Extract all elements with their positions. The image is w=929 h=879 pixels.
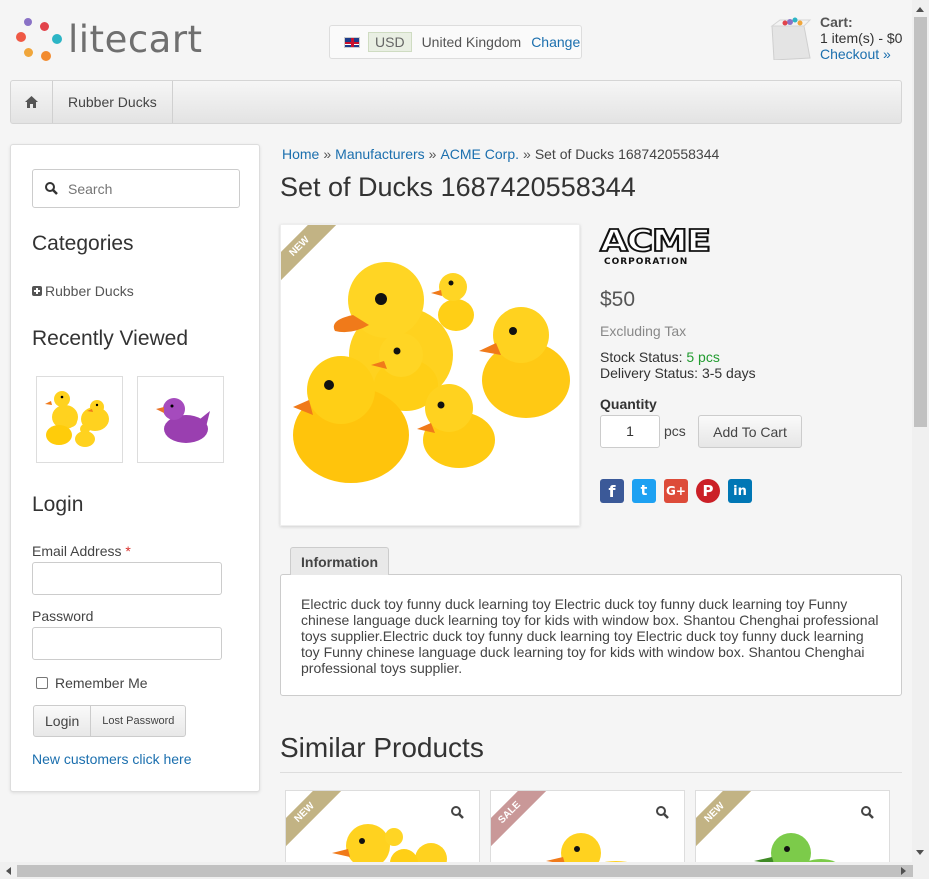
- remember-me-label: Remember Me: [55, 675, 148, 691]
- scroll-up-arrow-icon[interactable]: [915, 5, 925, 13]
- logo-dots-icon: [16, 18, 66, 64]
- cart-summary: 1 item(s) - $0: [820, 30, 903, 46]
- stock-info: Stock Status: 5 pcs Delivery Status: 3-5…: [600, 349, 756, 381]
- similar-products-title: Similar Products: [280, 732, 484, 763]
- linkedin-icon[interactable]: in: [728, 479, 752, 503]
- breadcrumb-home[interactable]: Home: [282, 146, 319, 162]
- breadcrumb: Home» Manufacturers» ACME Corp.» Set of Duc…: [282, 146, 720, 162]
- google-plus-icon[interactable]: G+: [664, 479, 688, 503]
- change-region-link[interactable]: Change: [531, 34, 580, 50]
- scroll-left-arrow-icon[interactable]: [4, 866, 12, 876]
- logo-text: litecart: [68, 17, 203, 61]
- twitter-icon[interactable]: t: [632, 479, 656, 503]
- stock-value: 5 pcs: [686, 349, 720, 365]
- login-button-group: Login Lost Password: [33, 705, 187, 737]
- cart-title: Cart:: [820, 14, 853, 30]
- currency-code: USD: [368, 32, 412, 52]
- page-title: Set of Ducks 1687420558344: [280, 172, 636, 202]
- categories-title: Categories: [32, 232, 134, 255]
- similar-product-card[interactable]: SALE: [490, 790, 685, 870]
- remember-me[interactable]: Remember Me: [36, 675, 148, 691]
- new-customers-link[interactable]: New customers click here: [32, 751, 192, 767]
- vertical-scrollbar-thumb[interactable]: [914, 17, 927, 427]
- country-name: United Kingdom: [421, 34, 522, 50]
- zoom-icon[interactable]: [656, 806, 669, 819]
- main-navbar: Rubber Ducks: [10, 80, 902, 124]
- login-title: Login: [32, 493, 84, 516]
- cart-widget[interactable]: Cart: 1 item(s) - $0 Checkout »: [768, 14, 902, 62]
- add-to-cart-button[interactable]: Add To Cart: [698, 415, 802, 448]
- region-selector: USD United Kingdom Change: [329, 25, 582, 59]
- category-label: Rubber Ducks: [45, 283, 134, 299]
- email-field[interactable]: [32, 562, 222, 595]
- password-label: Password: [32, 608, 94, 624]
- breadcrumb-manufacturers[interactable]: Manufacturers: [335, 146, 424, 162]
- checkout-link[interactable]: Checkout »: [820, 46, 891, 62]
- scroll-down-arrow-icon[interactable]: [915, 849, 925, 857]
- remember-me-checkbox[interactable]: [36, 677, 48, 689]
- login-button[interactable]: Login: [34, 706, 92, 736]
- duck-set-thumbnail: [45, 391, 109, 447]
- similar-product-card[interactable]: NEW: [285, 790, 480, 870]
- stock-label: Stock Status:: [600, 349, 683, 365]
- nav-home-button[interactable]: [11, 81, 53, 123]
- pinterest-icon[interactable]: P: [696, 479, 720, 503]
- acme-wordmark: ACME: [599, 224, 712, 259]
- delivery-value: 3-5 days: [701, 365, 756, 381]
- search-input[interactable]: [68, 180, 218, 197]
- category-item-rubber-ducks[interactable]: Rubber Ducks: [32, 283, 134, 299]
- recently-viewed-item-purple-duck[interactable]: [137, 376, 224, 463]
- tab-information[interactable]: Information: [290, 547, 389, 575]
- scroll-right-arrow-icon[interactable]: [900, 866, 908, 876]
- breadcrumb-current: Set of Ducks 1687420558344: [534, 146, 720, 162]
- email-label: Email Address *: [32, 543, 131, 559]
- search-icon: [45, 182, 58, 195]
- quantity-unit: pcs: [664, 423, 686, 439]
- purple-duck-thumbnail: [156, 398, 210, 443]
- horizontal-scrollbar-thumb[interactable]: [17, 865, 913, 877]
- recently-viewed-item-ducks[interactable]: [36, 376, 123, 463]
- required-mark: *: [125, 543, 131, 559]
- quantity-label: Quantity: [600, 396, 657, 412]
- section-divider: [280, 772, 902, 773]
- duck-set-image: [293, 262, 570, 483]
- plus-square-icon: [32, 286, 42, 296]
- uk-flag-icon: [344, 36, 360, 48]
- nav-item-rubber-ducks[interactable]: Rubber Ducks: [53, 81, 173, 123]
- home-icon: [25, 96, 38, 108]
- breadcrumb-acme[interactable]: ACME Corp.: [440, 146, 519, 162]
- product-description: Electric duck toy funny duck learning to…: [280, 574, 902, 696]
- zoom-icon[interactable]: [451, 806, 464, 819]
- shopping-bag-icon: [768, 14, 812, 61]
- password-field[interactable]: [32, 627, 222, 660]
- manufacturer-logo[interactable]: ACME CORPORATION: [599, 226, 712, 273]
- facebook-icon[interactable]: f: [600, 479, 624, 503]
- lost-password-button[interactable]: Lost Password: [91, 706, 185, 736]
- recently-viewed-title: Recently Viewed: [32, 327, 189, 350]
- litecart-logo[interactable]: litecart: [16, 18, 203, 64]
- similar-product-card[interactable]: NEW: [695, 790, 890, 870]
- product-image[interactable]: NEW: [280, 224, 580, 526]
- zoom-icon[interactable]: [861, 806, 874, 819]
- search-box[interactable]: [32, 169, 240, 208]
- product-price: $50: [600, 288, 636, 311]
- sidebar: Categories Rubber Ducks Recently Viewed …: [10, 144, 260, 792]
- tax-note: Excluding Tax: [600, 323, 687, 339]
- quantity-input[interactable]: 1: [600, 415, 660, 448]
- delivery-label: Delivery Status:: [600, 365, 699, 381]
